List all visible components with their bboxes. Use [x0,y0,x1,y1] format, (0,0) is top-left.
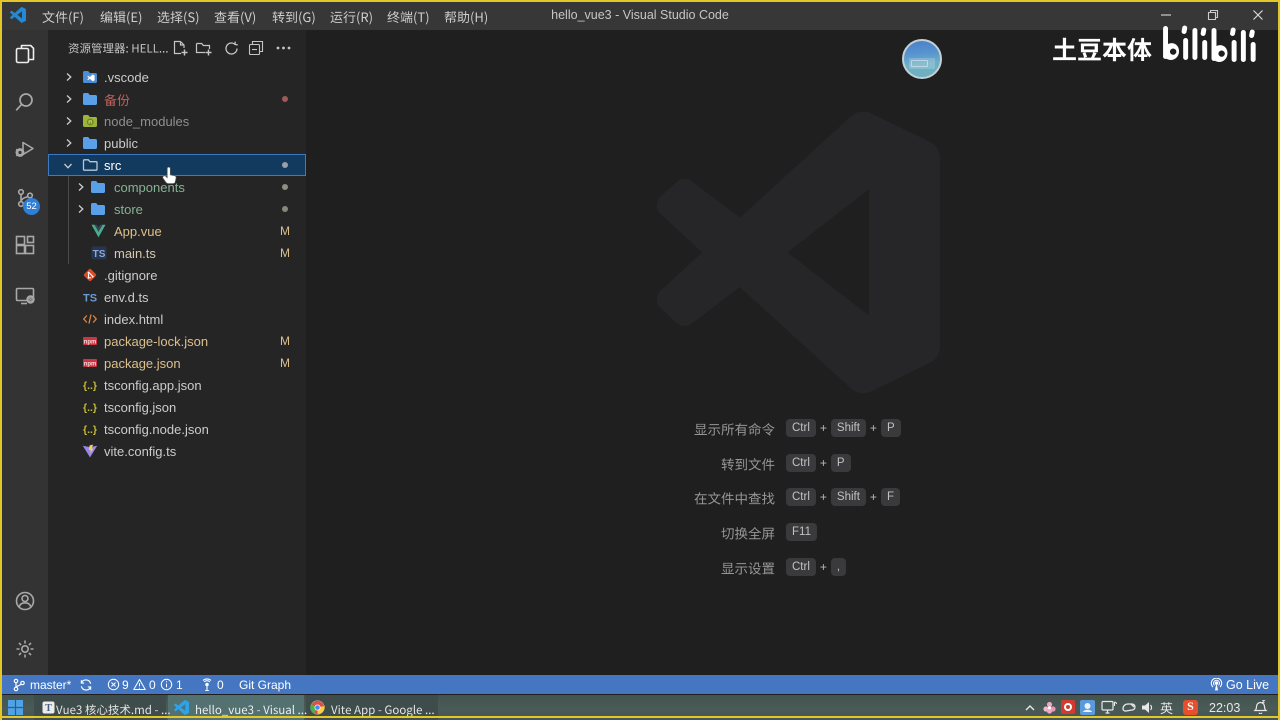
svg-text:{..}: {..} [83,424,97,436]
svg-text:npm: npm [84,340,97,346]
svg-text:{..}: {..} [83,402,97,414]
svg-text:{..}: {..} [83,380,97,392]
svg-text:npm: npm [84,362,97,368]
svg-text:T: T [45,703,52,714]
svg-text:TS: TS [93,249,106,260]
svg-text:TS: TS [83,293,97,305]
